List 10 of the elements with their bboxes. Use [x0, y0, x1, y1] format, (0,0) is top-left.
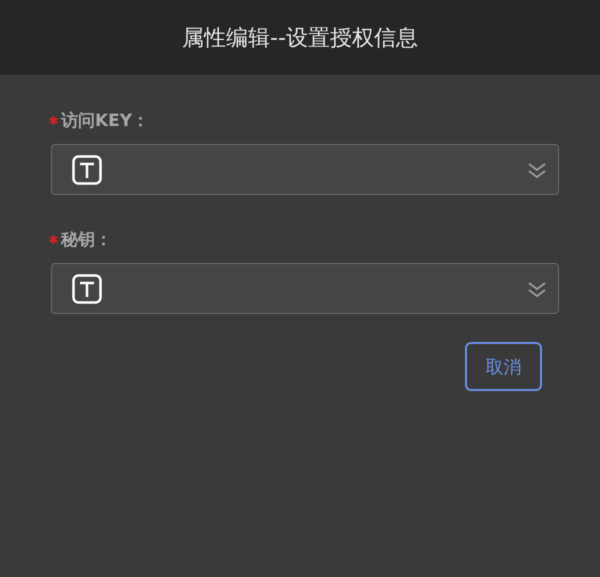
dialog-title: 属性编辑--设置授权信息 — [182, 24, 418, 52]
select-field[interactable] — [51, 263, 559, 314]
text-type-icon — [72, 274, 102, 304]
text-type-icon — [72, 154, 102, 184]
select-field[interactable] — [51, 144, 559, 195]
chevron-down-icon — [528, 280, 546, 298]
field-label: 秘钥： — [61, 228, 112, 250]
field-label: 访问KEY： — [61, 110, 150, 132]
cancel-button[interactable]: 取消 — [465, 342, 542, 391]
chevron-down-icon — [528, 160, 546, 178]
